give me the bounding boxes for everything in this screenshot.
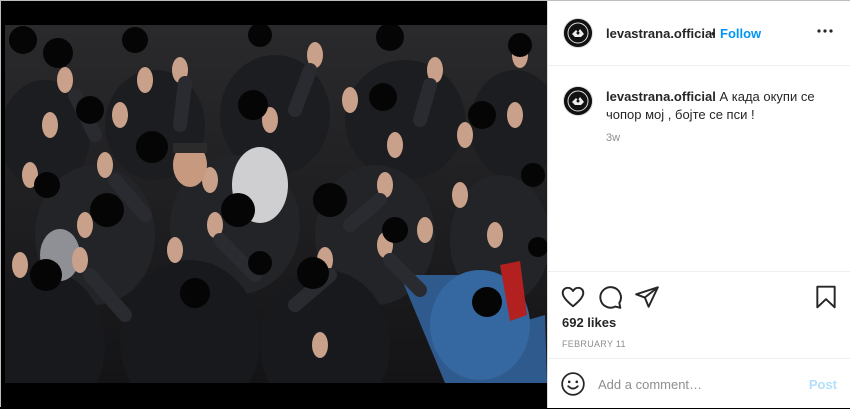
caption-section: levastrana.official А када окупи се чопо… <box>548 66 850 271</box>
comment-icon[interactable] <box>597 284 623 310</box>
post-sidebar: levastrana.official • Follow levastrana.… <box>547 1 850 408</box>
follow-button[interactable]: Follow <box>720 26 761 41</box>
crowd-photo <box>5 25 547 383</box>
caption-username-link[interactable]: levastrana.official <box>606 89 716 104</box>
heart-icon[interactable] <box>560 284 586 310</box>
smiley-icon[interactable] <box>560 371 586 397</box>
caption-timestamp[interactable]: 3w <box>606 132 620 144</box>
post-media[interactable] <box>1 1 547 408</box>
caption-text: levastrana.official А када окупи се чопо… <box>606 88 836 124</box>
separator-dot: • <box>711 26 716 41</box>
post-comment-button[interactable]: Post <box>809 377 837 392</box>
profile-logo-icon <box>564 19 592 47</box>
crowd-image <box>5 25 547 383</box>
caption-avatar[interactable] <box>563 86 593 116</box>
avatar[interactable] <box>563 18 593 48</box>
post-header: levastrana.official • Follow <box>548 1 850 66</box>
likes-count[interactable]: 692 likes <box>562 315 616 330</box>
post-window: levastrana.official • Follow levastrana.… <box>0 0 850 408</box>
more-options-icon[interactable] <box>813 19 837 43</box>
action-bar: 692 likes FEBRUARY 11 <box>548 271 850 362</box>
comment-input[interactable] <box>598 373 798 395</box>
profile-logo-icon <box>564 87 592 115</box>
comment-bar: Post <box>548 358 850 409</box>
username-link[interactable]: levastrana.official <box>606 26 716 41</box>
bookmark-icon[interactable] <box>813 284 839 310</box>
share-icon[interactable] <box>634 284 660 310</box>
post-date[interactable]: FEBRUARY 11 <box>562 339 626 349</box>
